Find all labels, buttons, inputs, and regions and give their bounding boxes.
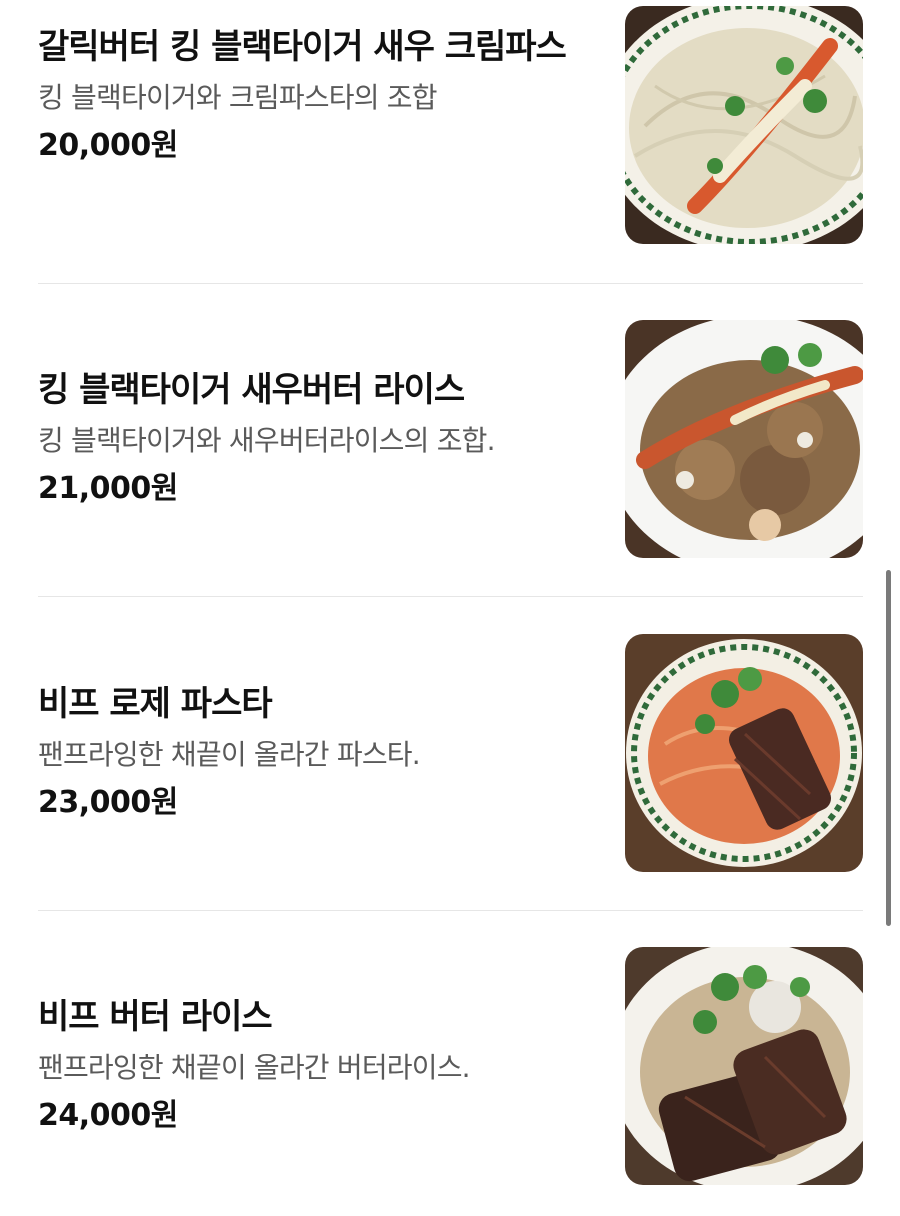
beef-rose-pasta-photo[interactable] bbox=[625, 634, 863, 872]
divider bbox=[38, 910, 863, 911]
shrimp-butter-rice-photo[interactable] bbox=[625, 320, 863, 558]
menu-item-price: 23,000원 bbox=[38, 785, 178, 820]
menu-item-price: 20,000원 bbox=[38, 128, 178, 163]
scrollbar[interactable] bbox=[886, 570, 891, 926]
divider bbox=[38, 283, 863, 284]
menu-item-name: 비프 버터 라이스 bbox=[38, 997, 273, 1037]
menu-item-text: 킹 블랙타이거 새우버터 라이스 킹 블랙타이거와 새우버터라이스의 조합. 2… bbox=[38, 320, 598, 558]
menu-item-beef-butter-rice[interactable]: 비프 버터 라이스 팬프라잉한 채끝이 올라간 버터라이스. 24,000원 bbox=[38, 947, 863, 1185]
menu-item-description: 킹 블랙타이거와 크림파스타의 조합 bbox=[38, 81, 438, 114]
menu-item-price: 24,000원 bbox=[38, 1098, 178, 1133]
menu-item-beef-rose-pasta[interactable]: 비프 로제 파스타 팬프라잉한 채끝이 올라간 파스타. 23,000원 bbox=[38, 634, 863, 872]
menu-item-price: 21,000원 bbox=[38, 471, 178, 506]
menu-item-text: 갈릭버터 킹 블랙타이거 새우 크림파스 킹 블랙타이거와 크림파스타의 조합 … bbox=[38, 6, 598, 244]
menu-item-name: 갈릭버터 킹 블랙타이거 새우 크림파스 bbox=[38, 27, 567, 67]
menu-item-description: 팬프라잉한 채끝이 올라간 버터라이스. bbox=[38, 1051, 471, 1084]
menu-item-name: 비프 로제 파스타 bbox=[38, 684, 273, 724]
menu-item-description: 팬프라잉한 채끝이 올라간 파스타. bbox=[38, 738, 421, 771]
menu-item-text: 비프 버터 라이스 팬프라잉한 채끝이 올라간 버터라이스. 24,000원 bbox=[38, 947, 598, 1185]
menu-item-garlic-butter-shrimp-cream-pasta[interactable]: 갈릭버터 킹 블랙타이거 새우 크림파스 킹 블랙타이거와 크림파스타의 조합 … bbox=[38, 6, 863, 244]
menu-item-name: 킹 블랙타이거 새우버터 라이스 bbox=[38, 370, 465, 410]
menu-list: 갈릭버터 킹 블랙타이거 새우 크림파스 킹 블랙타이거와 크림파스타의 조합 … bbox=[0, 0, 900, 1216]
menu-item-shrimp-butter-rice[interactable]: 킹 블랙타이거 새우버터 라이스 킹 블랙타이거와 새우버터라이스의 조합. 2… bbox=[38, 320, 863, 558]
beef-butter-rice-photo[interactable] bbox=[625, 947, 863, 1185]
menu-item-description: 킹 블랙타이거와 새우버터라이스의 조합. bbox=[38, 424, 496, 457]
divider bbox=[38, 596, 863, 597]
menu-item-text: 비프 로제 파스타 팬프라잉한 채끝이 올라간 파스타. 23,000원 bbox=[38, 634, 598, 872]
shrimp-cream-pasta-photo[interactable] bbox=[625, 6, 863, 244]
